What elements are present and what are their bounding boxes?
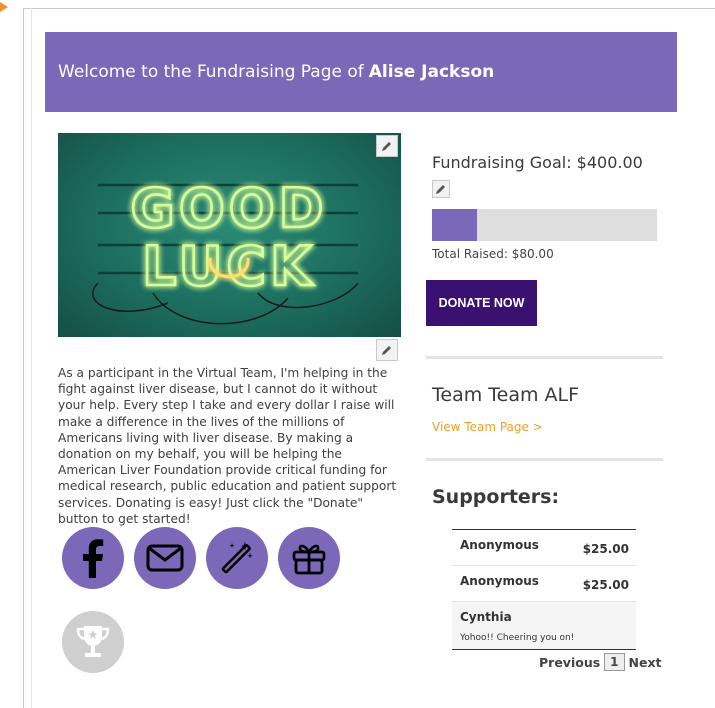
view-team-page-link[interactable]: View Team Page > <box>432 420 543 434</box>
facebook-icon <box>83 539 104 578</box>
supporter-name: Anonymous <box>460 538 539 552</box>
previous-page-link[interactable]: Previous <box>539 655 600 670</box>
gift-icon <box>292 544 326 575</box>
total-raised: Total Raised: $80.00 <box>432 247 554 261</box>
team-name: Team Team ALF <box>432 384 580 406</box>
divider <box>426 356 663 359</box>
facebook-share-button[interactable] <box>62 527 124 589</box>
edit-story-button[interactable] <box>376 339 398 361</box>
pencil-icon <box>382 142 391 151</box>
good-luck-neon-sign: GOOD LUCK <box>92 176 359 325</box>
corner-arrow-icon <box>0 2 8 12</box>
supporter-amount: $25.00 <box>582 578 629 592</box>
welcome-banner: Welcome to the Fundraising Page of Alise… <box>45 32 677 112</box>
trophy-icon <box>76 626 110 657</box>
share-icons <box>62 527 340 589</box>
edit-image-button[interactable] <box>376 135 398 157</box>
gift-button[interactable] <box>278 527 340 589</box>
personal-story: As a participant in the Virtual Team, I'… <box>58 366 397 526</box>
supporter-row: Cynthia Yohoo!! Cheering you on! <box>452 602 636 649</box>
hero-image: GOOD LUCK <box>58 133 401 337</box>
supporter-name: Anonymous <box>460 574 539 588</box>
supporters-list: Anonymous $25.00 Anonymous $25.00 Cynthi… <box>452 529 636 650</box>
supporter-row: Anonymous $25.00 <box>452 530 636 566</box>
next-page-link[interactable]: Next <box>629 655 662 670</box>
trophy-badge <box>62 611 124 673</box>
banner-prefix: Welcome to the Fundraising Page of <box>58 62 364 82</box>
email-icon <box>146 544 184 572</box>
donate-now-button[interactable]: DONATE NOW <box>426 280 537 326</box>
supporters-title: Supporters: <box>432 486 560 508</box>
divider <box>426 458 663 461</box>
supporter-amount: $25.00 <box>582 542 629 556</box>
edit-goal-button[interactable] <box>432 180 450 198</box>
pencil-icon <box>382 346 391 355</box>
pencil-icon <box>436 185 445 194</box>
neon-text-good: GOOD <box>131 177 328 240</box>
current-page-number[interactable]: 1 <box>604 653 625 671</box>
supporters-pagination: Previous 1 Next <box>539 653 662 671</box>
supporter-name: Cynthia <box>460 610 512 624</box>
magic-wand-icon <box>221 542 253 574</box>
supporter-message: Yohoo!! Cheering you on! <box>460 633 575 643</box>
fundraising-goal: Fundraising Goal: $400.00 <box>432 153 643 172</box>
progress-fill <box>432 209 477 241</box>
magic-wand-button[interactable] <box>206 527 268 589</box>
fundraising-progress-bar <box>432 209 657 241</box>
neon-text-luck: LUCK <box>142 235 316 298</box>
supporter-row: Anonymous $25.00 <box>452 566 636 602</box>
frame-divider <box>31 8 32 708</box>
email-share-button[interactable] <box>134 527 196 589</box>
participant-name: Alise Jackson <box>368 62 495 82</box>
